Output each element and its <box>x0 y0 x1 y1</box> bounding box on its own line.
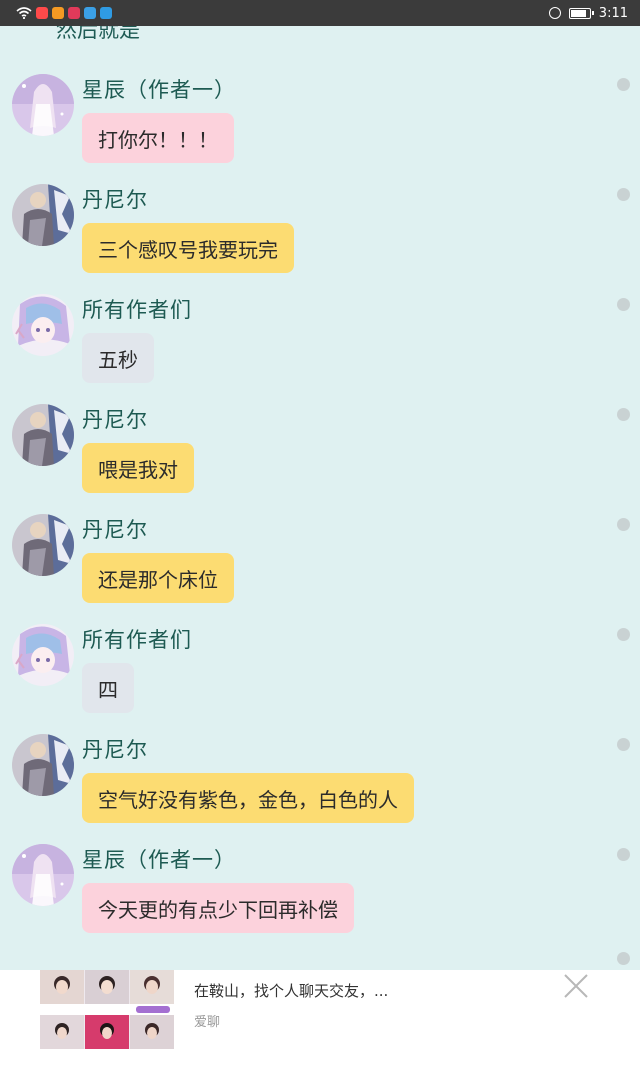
message-select-dot[interactable] <box>617 408 630 421</box>
danier-avatar[interactable] <box>12 404 74 466</box>
danier-avatar[interactable] <box>12 734 74 796</box>
wifi-icon <box>16 7 32 19</box>
message-bubble[interactable]: 空气好没有紫色，金色，白色的人 <box>82 773 414 823</box>
message-select-dot[interactable] <box>617 952 630 965</box>
message-bubble[interactable]: 还是那个床位 <box>82 553 234 603</box>
alarm-icon <box>548 7 561 19</box>
message-bubble[interactable]: 三个感叹号我要玩完 <box>82 223 294 273</box>
chat-message-list[interactable]: 然后就是 星辰（作者一） 打你尔！！！ 丹尼尔 三个感叹号我要玩完 所有作者们 … <box>0 26 640 970</box>
sender-name: 星辰（作者一） <box>82 78 236 102</box>
sender-name: 所有作者们 <box>82 298 192 322</box>
ad-banner[interactable]: 在鞍山，找个人聊天交友，... 爱聊 <box>0 970 640 1066</box>
notification-app-icon-4 <box>84 7 96 19</box>
sender-name: 丹尼尔 <box>82 738 148 762</box>
cut-off-message-text: 然后就是 <box>56 26 140 42</box>
chat-message: 所有作者们 四 <box>0 624 640 734</box>
chat-message: 丹尼尔 空气好没有紫色，金色，白色的人 <box>0 734 640 844</box>
status-bar-left <box>16 7 112 19</box>
xingchen-avatar[interactable] <box>12 74 74 136</box>
all-authors-avatar[interactable] <box>12 294 74 356</box>
message-select-dot[interactable] <box>617 298 630 311</box>
sender-name: 丹尼尔 <box>82 188 148 212</box>
message-bubble[interactable]: 五秒 <box>82 333 154 383</box>
ad-title[interactable]: 在鞍山，找个人聊天交友，... <box>194 980 388 1001</box>
chat-message: 所有作者们 五秒 <box>0 294 640 404</box>
message-select-dot[interactable] <box>617 188 630 201</box>
message-select-dot[interactable] <box>617 738 630 751</box>
notification-app-icon-3 <box>68 7 80 19</box>
chat-message: 丹尼尔 喂是我对 <box>0 404 640 514</box>
xingchen-avatar[interactable] <box>12 844 74 906</box>
message-select-dot[interactable] <box>617 78 630 91</box>
chat-message: 丹尼尔 还是那个床位 <box>0 514 640 624</box>
notification-app-icon-2 <box>52 7 64 19</box>
notification-app-icon-1 <box>36 7 48 19</box>
message-bubble[interactable]: 今天更的有点少下回再补偿 <box>82 883 354 933</box>
ad-source: 爱聊 <box>194 1015 221 1030</box>
status-bar: 3:11 <box>0 0 640 26</box>
sender-name: 丹尼尔 <box>82 408 148 432</box>
clock: 3:11 <box>598 5 628 21</box>
sender-name: 星辰（作者一） <box>82 848 236 872</box>
chat-message-partial <box>0 948 640 970</box>
chat-message: 丹尼尔 三个感叹号我要玩完 <box>0 184 640 294</box>
message-select-dot[interactable] <box>617 518 630 531</box>
chat-message: 星辰（作者一） 今天更的有点少下回再补偿 <box>0 844 640 954</box>
sender-name: 所有作者们 <box>82 628 192 652</box>
message-select-dot[interactable] <box>617 848 630 861</box>
danier-avatar[interactable] <box>12 184 74 246</box>
sender-name: 丹尼尔 <box>82 518 148 542</box>
ad-thumbnail[interactable] <box>40 970 174 1049</box>
message-bubble[interactable]: 打你尔！！！ <box>82 113 234 163</box>
notification-app-icon-5 <box>100 7 112 19</box>
chat-message: 星辰（作者一） 打你尔！！！ <box>0 74 640 184</box>
status-bar-right: 3:11 <box>548 5 628 21</box>
message-bubble[interactable]: 四 <box>82 663 134 713</box>
danier-avatar[interactable] <box>12 514 74 576</box>
message-bubble[interactable]: 喂是我对 <box>82 443 194 493</box>
message-select-dot[interactable] <box>617 628 630 641</box>
close-icon[interactable] <box>562 972 590 1000</box>
all-authors-avatar[interactable] <box>12 624 74 686</box>
battery-icon <box>568 7 594 19</box>
